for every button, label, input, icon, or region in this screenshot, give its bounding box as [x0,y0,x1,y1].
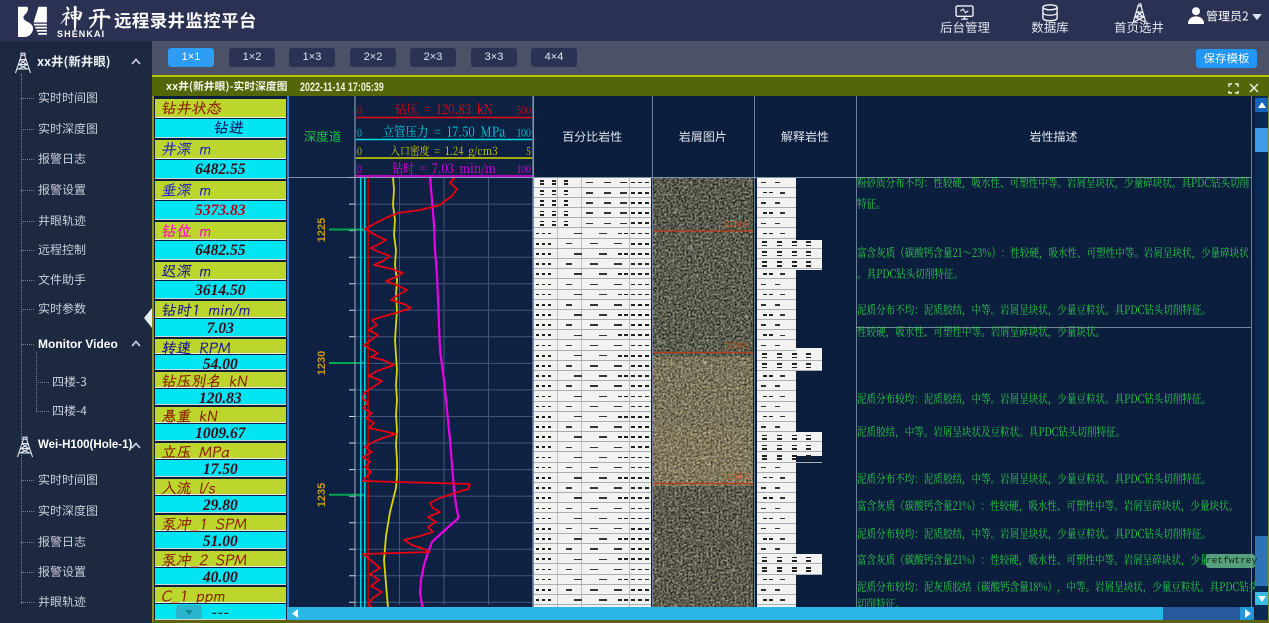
svg-text:1224.5: 1224.5 [723,219,749,229]
svg-text:1229.5: 1229.5 [723,340,749,350]
svg-text:1234.5: 1234.5 [723,471,749,481]
